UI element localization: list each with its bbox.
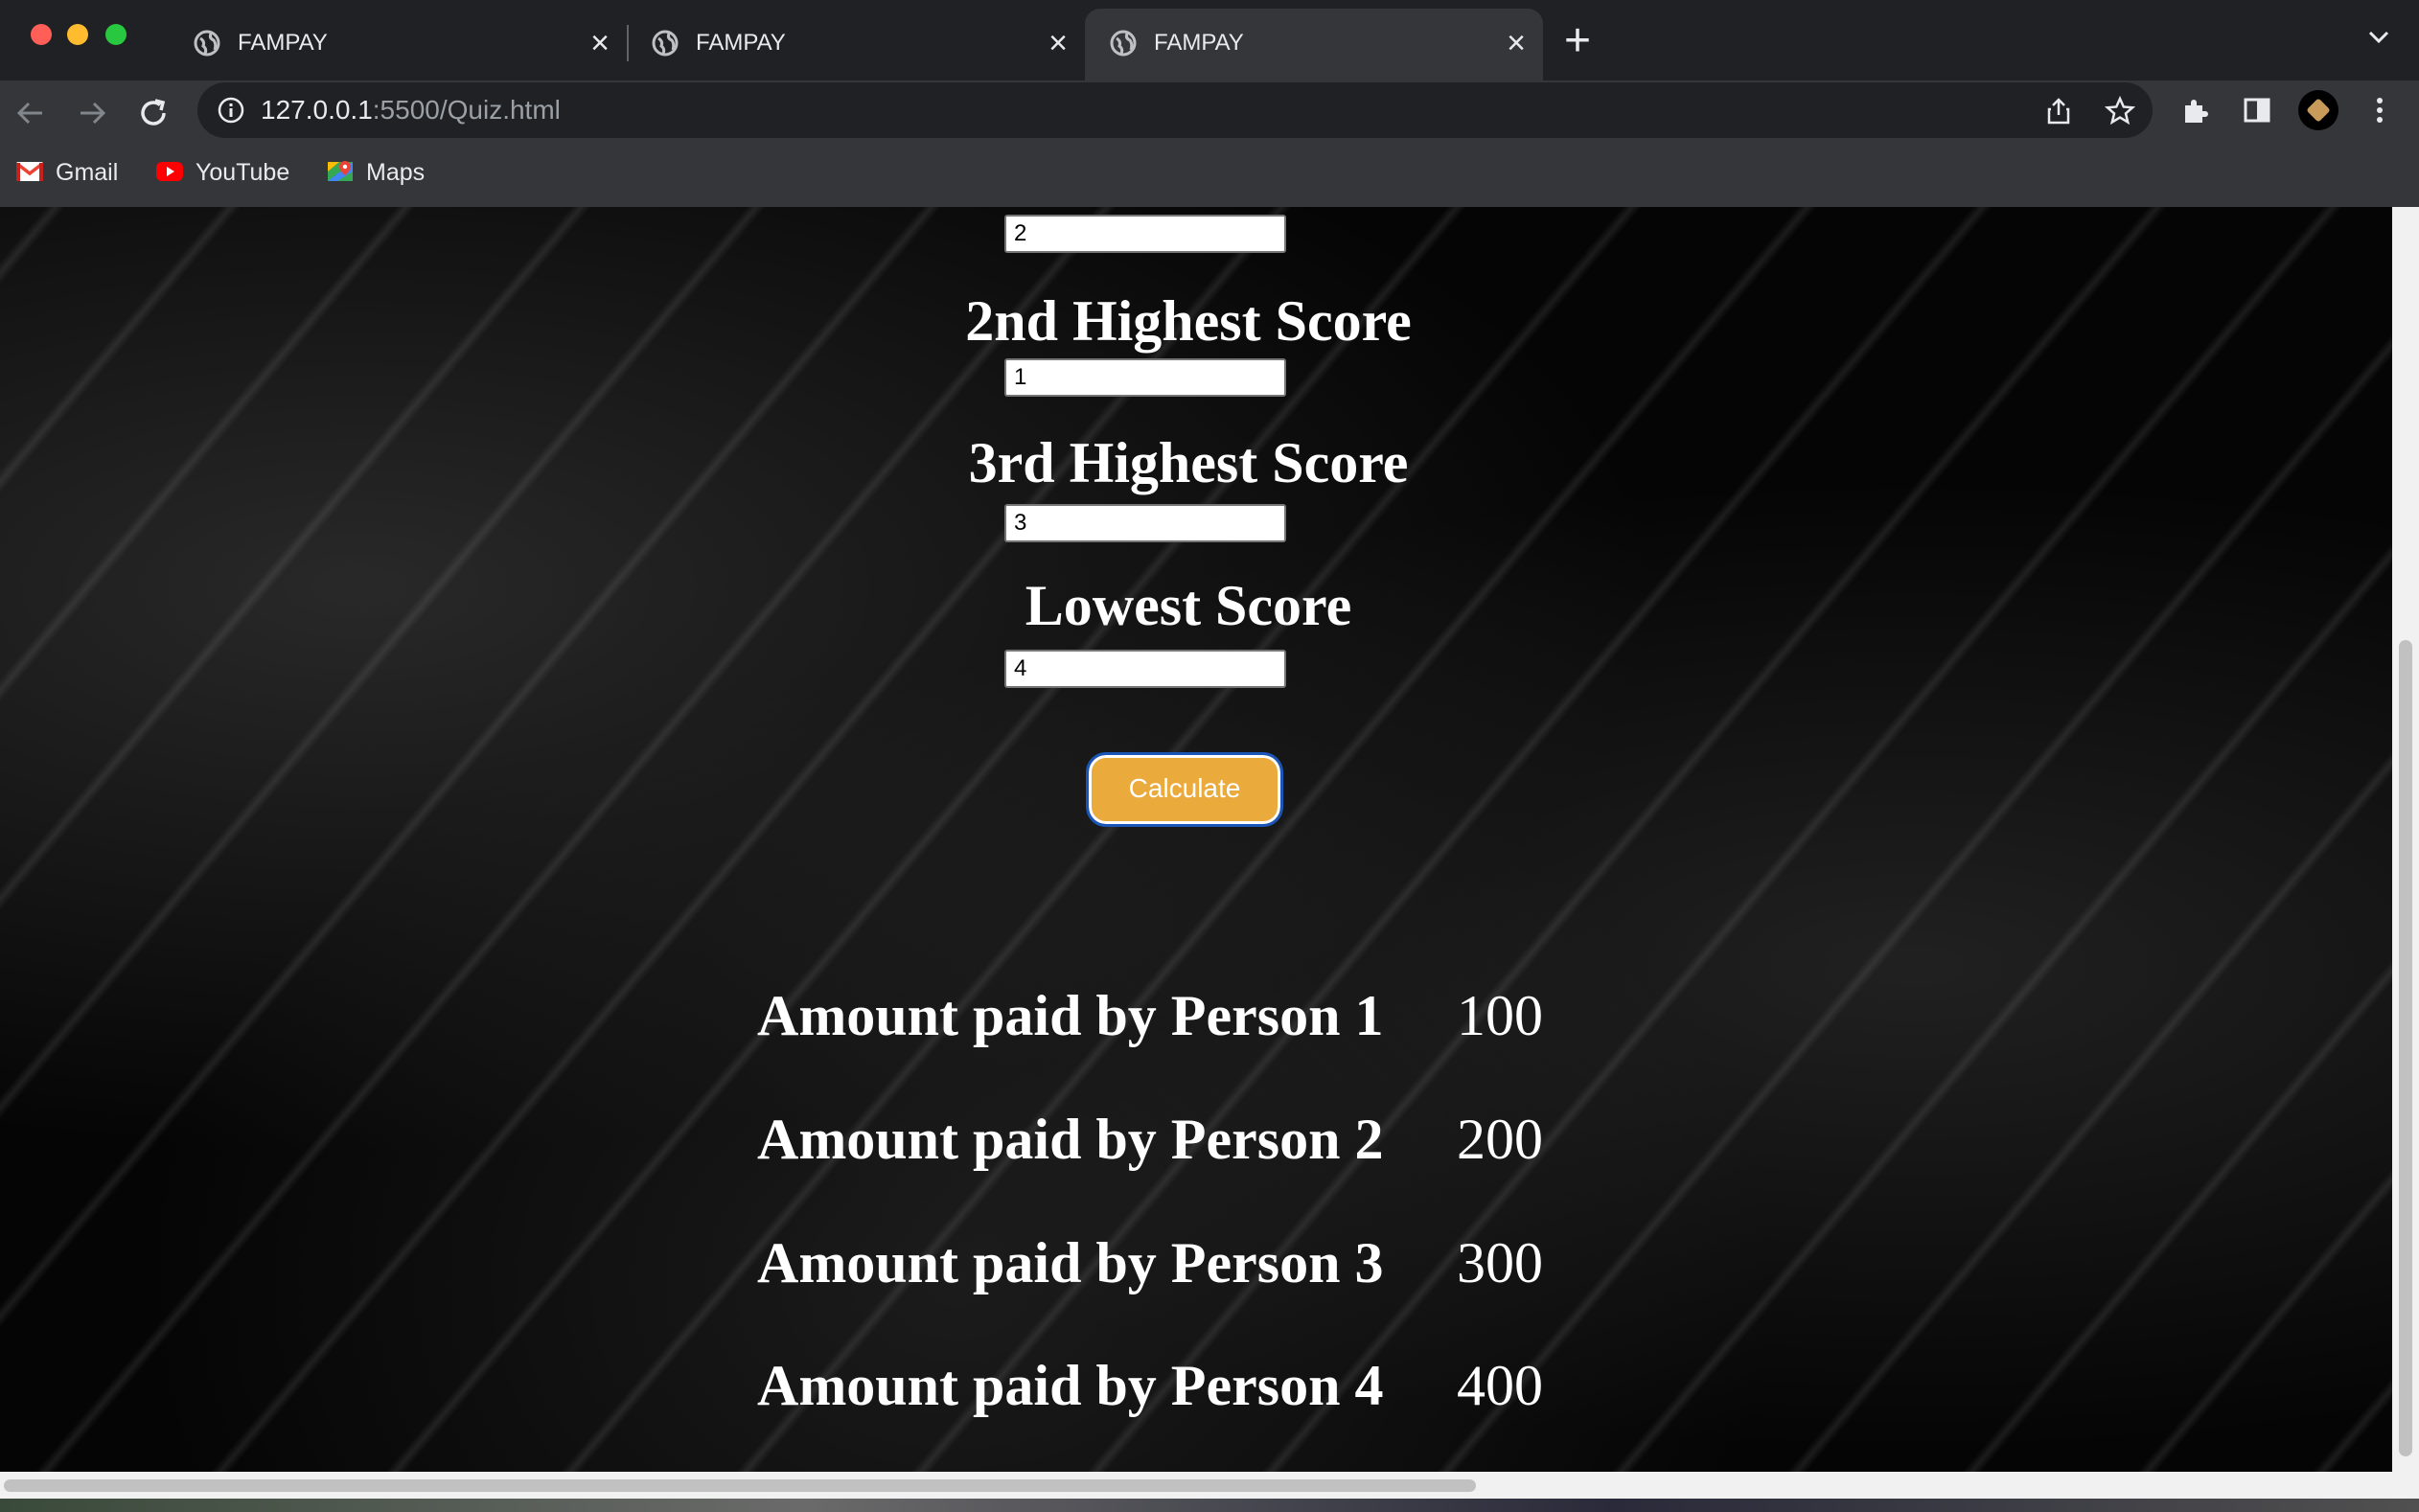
amount-label: Amount paid by Person 2 <box>757 1108 1384 1171</box>
amount-label: Amount paid by Person 4 <box>757 1354 1384 1417</box>
desktop-strip <box>0 1499 2419 1512</box>
address-bar[interactable]: 127.0.0.1:5500/Quiz.html <box>197 82 2153 138</box>
second-highest-score-input[interactable] <box>1004 358 1286 397</box>
amount-row-person-3: Amount paid by Person 3 300 <box>0 1225 2392 1301</box>
url-text[interactable]: 127.0.0.1:5500/Quiz.html <box>261 94 561 126</box>
share-icon[interactable] <box>2043 96 2074 126</box>
amount-row-person-1: Amount paid by Person 1 100 <box>0 977 2392 1054</box>
new-tab-button[interactable]: + <box>1564 17 1591 65</box>
globe-icon <box>194 30 220 57</box>
tab-2[interactable]: FAMPAY × <box>627 9 1085 80</box>
amount-value: 100 <box>1457 984 1543 1047</box>
maps-icon <box>328 161 353 182</box>
bookmark-gmail[interactable]: Gmail <box>15 153 118 192</box>
forward-arrow-icon[interactable] <box>73 94 111 132</box>
vertical-scrollbar[interactable] <box>2392 207 2419 1472</box>
horizontal-scroll-thumb[interactable] <box>4 1479 1476 1492</box>
amount-row-person-2: Amount paid by Person 2 200 <box>0 1101 2392 1178</box>
calculate-button[interactable]: Calculate <box>1086 752 1283 827</box>
amount-value: 300 <box>1457 1231 1543 1294</box>
bookmark-label: Maps <box>366 159 426 186</box>
bookmark-maps[interactable]: Maps <box>326 153 425 192</box>
tab-title: FAMPAY <box>696 30 786 56</box>
lowest-score-input[interactable] <box>1004 650 1286 688</box>
tab-title: FAMPAY <box>238 30 328 56</box>
bookmark-youtube[interactable]: YouTube <box>155 153 289 192</box>
lowest-score-label: Lowest Score <box>1025 574 1352 637</box>
reload-icon[interactable] <box>134 94 173 132</box>
gmail-icon <box>15 162 44 182</box>
tab-title: FAMPAY <box>1154 30 1244 56</box>
second-highest-score-label: 2nd Highest Score <box>965 289 1412 353</box>
back-arrow-icon[interactable] <box>12 94 50 132</box>
bookmark-star-icon[interactable] <box>2105 96 2135 126</box>
close-tab-icon[interactable]: × <box>590 24 610 62</box>
tab-1[interactable]: FAMPAY × <box>169 9 627 80</box>
youtube-icon <box>156 162 183 182</box>
close-tab-icon[interactable]: × <box>1048 24 1068 62</box>
browser-toolbar: 127.0.0.1:5500/Quiz.html Gmail YouTube M… <box>0 80 2419 220</box>
amount-value: 400 <box>1457 1354 1543 1417</box>
window-minimize-button[interactable] <box>67 24 88 45</box>
more-menu-icon[interactable] <box>2363 94 2396 126</box>
quiz-page: 2nd Highest Score 3rd Highest Score Lowe… <box>0 207 2392 1472</box>
amount-label: Amount paid by Person 3 <box>757 1231 1384 1294</box>
tab-3-active[interactable]: FAMPAY × <box>1085 9 1543 80</box>
side-panel-icon[interactable] <box>2241 94 2273 126</box>
vertical-scroll-thumb[interactable] <box>2399 640 2412 1456</box>
bookmark-label: Gmail <box>56 159 119 186</box>
globe-icon <box>1110 30 1137 57</box>
url-path: :5500/Quiz.html <box>372 95 561 125</box>
info-icon[interactable] <box>217 96 245 125</box>
url-host: 127.0.0.1 <box>261 95 373 125</box>
window-maximize-button[interactable] <box>105 24 127 45</box>
amount-value: 200 <box>1457 1108 1543 1171</box>
window-close-button[interactable] <box>31 24 52 45</box>
highest-score-input[interactable] <box>1004 215 1286 253</box>
bookmark-label: YouTube <box>196 159 290 186</box>
chevron-down-icon[interactable] <box>2363 21 2394 52</box>
third-highest-score-label: 3rd Highest Score <box>968 431 1409 494</box>
third-highest-score-input[interactable] <box>1004 504 1286 542</box>
close-tab-icon[interactable]: × <box>1507 24 1526 62</box>
globe-icon <box>652 30 679 57</box>
amount-label: Amount paid by Person 1 <box>757 984 1384 1047</box>
extensions-icon[interactable] <box>2179 94 2212 126</box>
profile-avatar[interactable] <box>2298 90 2338 130</box>
amount-row-person-4: Amount paid by Person 4 400 <box>0 1347 2392 1424</box>
tab-strip: FAMPAY × FAMPAY × FAMPAY × + <box>0 0 2419 80</box>
horizontal-scrollbar[interactable] <box>0 1472 2419 1499</box>
